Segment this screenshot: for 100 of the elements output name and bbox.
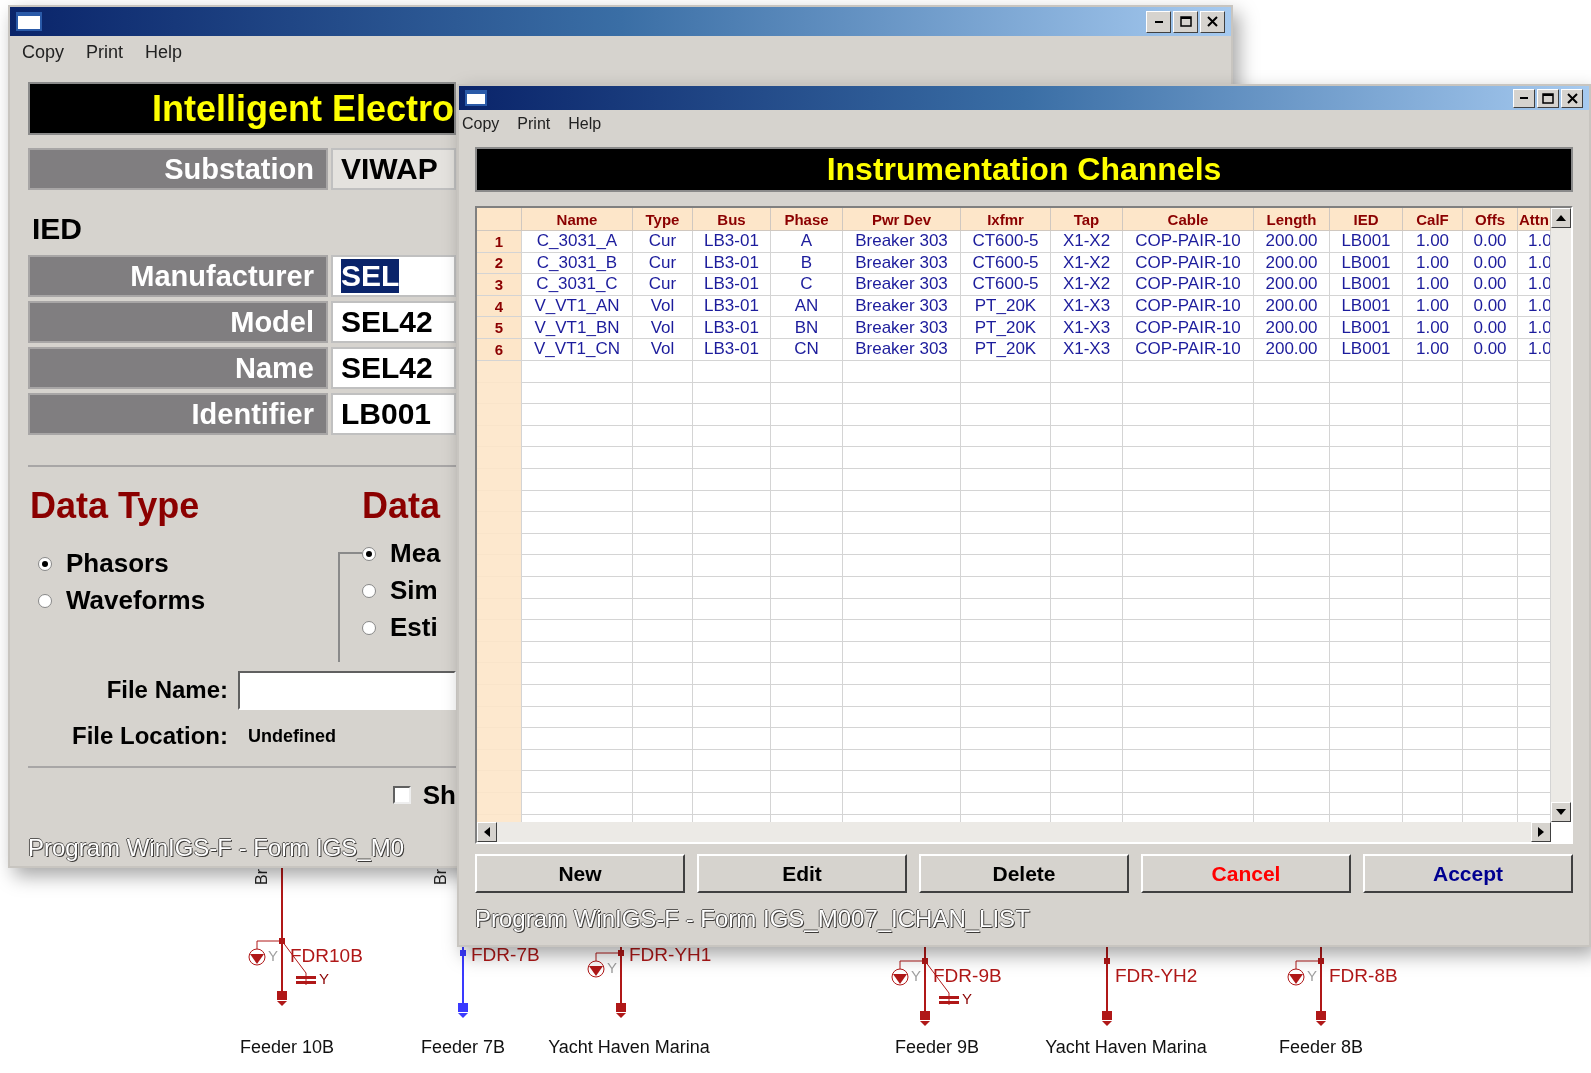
table-cell: 1.00 <box>1403 295 1463 318</box>
table-cell: LB001 <box>1330 231 1403 253</box>
radio-option[interactable]: Sim <box>362 572 456 609</box>
column-header[interactable]: Offs <box>1463 208 1518 231</box>
table-cell: COP-PAIR-10 <box>1123 317 1254 339</box>
table-cell: 0.00 <box>1463 317 1518 339</box>
menu-item[interactable]: Print <box>517 115 551 133</box>
table-cell: LB3-01 <box>693 231 771 253</box>
table-cell: 1.00 <box>1403 252 1463 275</box>
column-header[interactable]: Tap <box>1051 208 1123 231</box>
checkbox-label: Sh <box>422 779 456 811</box>
feeder-name: Feeder 10B <box>239 1037 335 1058</box>
right-arrow-icon[interactable] <box>1538 827 1544 837</box>
menu-item[interactable]: Help <box>568 115 602 133</box>
table-cell: CT600-5 <box>961 274 1051 296</box>
left-arrow-icon[interactable] <box>484 827 490 837</box>
column-header[interactable]: Length <box>1254 208 1330 231</box>
up-arrow-icon[interactable] <box>1556 215 1566 221</box>
feeder-name: Feeder 9B <box>894 1037 980 1058</box>
table-cell: B <box>771 252 843 275</box>
maximize-button[interactable] <box>1173 10 1198 33</box>
load-mark: Y <box>1307 967 1317 984</box>
table-cell: LB001 <box>1330 317 1403 339</box>
file-location-value: Undefined <box>248 725 336 747</box>
table-cell: LB3-01 <box>693 317 771 339</box>
column-header[interactable]: Ixfmr <box>961 208 1051 231</box>
close-button[interactable] <box>1561 88 1583 108</box>
vertical-scrollbar[interactable] <box>1551 208 1571 822</box>
column-header[interactable]: Name <box>522 208 633 231</box>
header-bar: Instrumentation Channels <box>475 147 1573 192</box>
field-label: Model <box>28 301 328 343</box>
column-header[interactable]: Bus <box>693 208 771 231</box>
bus-label: Br <box>253 869 271 885</box>
field-value[interactable]: SEL42 <box>331 347 456 389</box>
radio-option[interactable]: Waveforms <box>38 582 310 619</box>
action-button[interactable]: Edit <box>697 854 907 893</box>
column-header[interactable]: Phase <box>771 208 843 231</box>
action-button[interactable]: Accept <box>1363 854 1573 893</box>
field-value[interactable]: SEL42 <box>331 301 456 343</box>
menu-item[interactable]: Copy <box>22 41 65 63</box>
table-cell: LB3-01 <box>693 295 771 318</box>
table-cell: 200.00 <box>1254 295 1330 318</box>
action-button[interactable]: New <box>475 854 685 893</box>
table-cell: A <box>771 231 843 253</box>
table-cell: COP-PAIR-10 <box>1123 295 1254 318</box>
table-cell: 0.00 <box>1463 231 1518 253</box>
minimize-button[interactable] <box>1146 10 1171 33</box>
feeder-code: FDR-8B <box>1329 965 1398 987</box>
radio-option[interactable]: Esti <box>362 609 456 646</box>
table-cell: LB001 <box>1330 252 1403 275</box>
field-value[interactable]: SEL <box>331 255 456 297</box>
menu-item[interactable]: Copy <box>462 115 500 133</box>
feeder-code: FDR-9B <box>933 965 1002 987</box>
menu-item[interactable]: Print <box>86 41 124 63</box>
table-cell: LB3-01 <box>693 338 771 361</box>
column-header[interactable]: IED <box>1330 208 1403 231</box>
table-cell: CT600-5 <box>961 231 1051 253</box>
table-cell: CN <box>771 338 843 361</box>
field-label: File Location: <box>71 722 228 750</box>
maximize-button[interactable] <box>1537 88 1559 108</box>
table-cell: C_3031_C <box>522 274 633 296</box>
table-cell: C_3031_B <box>522 252 633 275</box>
down-arrow-icon[interactable] <box>1556 809 1566 815</box>
field-value[interactable]: LB001 <box>331 393 456 435</box>
column-header[interactable]: Attn <box>1518 208 1551 231</box>
table-cell: 0.00 <box>1463 338 1518 361</box>
table-cell: 1.00 <box>1403 274 1463 296</box>
table-cell: Cur <box>633 231 693 253</box>
table-cell: PT_20K <box>961 317 1051 339</box>
field-label: Identifier <box>28 393 328 435</box>
column-header[interactable]: Cable <box>1123 208 1254 231</box>
file-name-field[interactable] <box>238 670 456 710</box>
row-number: 5 <box>477 317 522 339</box>
field-value: VIWAP <box>331 148 456 190</box>
menu-item[interactable]: Help <box>145 41 183 63</box>
table-cell: COP-PAIR-10 <box>1123 274 1254 296</box>
feeder-name: Feeder 8B <box>1278 1037 1364 1058</box>
action-button[interactable]: Delete <box>919 854 1129 893</box>
table-cell: 0.00 <box>1463 274 1518 296</box>
checkbox[interactable] <box>392 786 411 804</box>
table-cell: X1-X2 <box>1051 231 1123 253</box>
close-icon <box>1566 92 1578 104</box>
table-cell: V_VT1_AN <box>522 295 633 318</box>
table-cell: COP-PAIR-10 <box>1123 338 1254 361</box>
maximize-icon <box>1179 16 1192 27</box>
section-title: Data Type <box>30 485 201 527</box>
column-header[interactable]: Type <box>633 208 693 231</box>
radio-option[interactable]: Phasors <box>38 545 310 582</box>
column-header[interactable]: Pwr Dev <box>843 208 961 231</box>
table-cell: 1.00 <box>1403 317 1463 339</box>
radio-option[interactable]: Mea <box>362 535 456 572</box>
minimize-button[interactable] <box>1513 88 1535 108</box>
column-header[interactable]: CalF <box>1403 208 1463 231</box>
close-button[interactable] <box>1200 10 1225 33</box>
table-cell: AN <box>771 295 843 318</box>
table-cell: COP-PAIR-10 <box>1123 252 1254 275</box>
table-cell: PT_20K <box>961 338 1051 361</box>
table-cell: 0.00 <box>1463 252 1518 275</box>
horizontal-scrollbar[interactable] <box>477 822 1551 842</box>
row-number: 4 <box>477 295 522 318</box>
